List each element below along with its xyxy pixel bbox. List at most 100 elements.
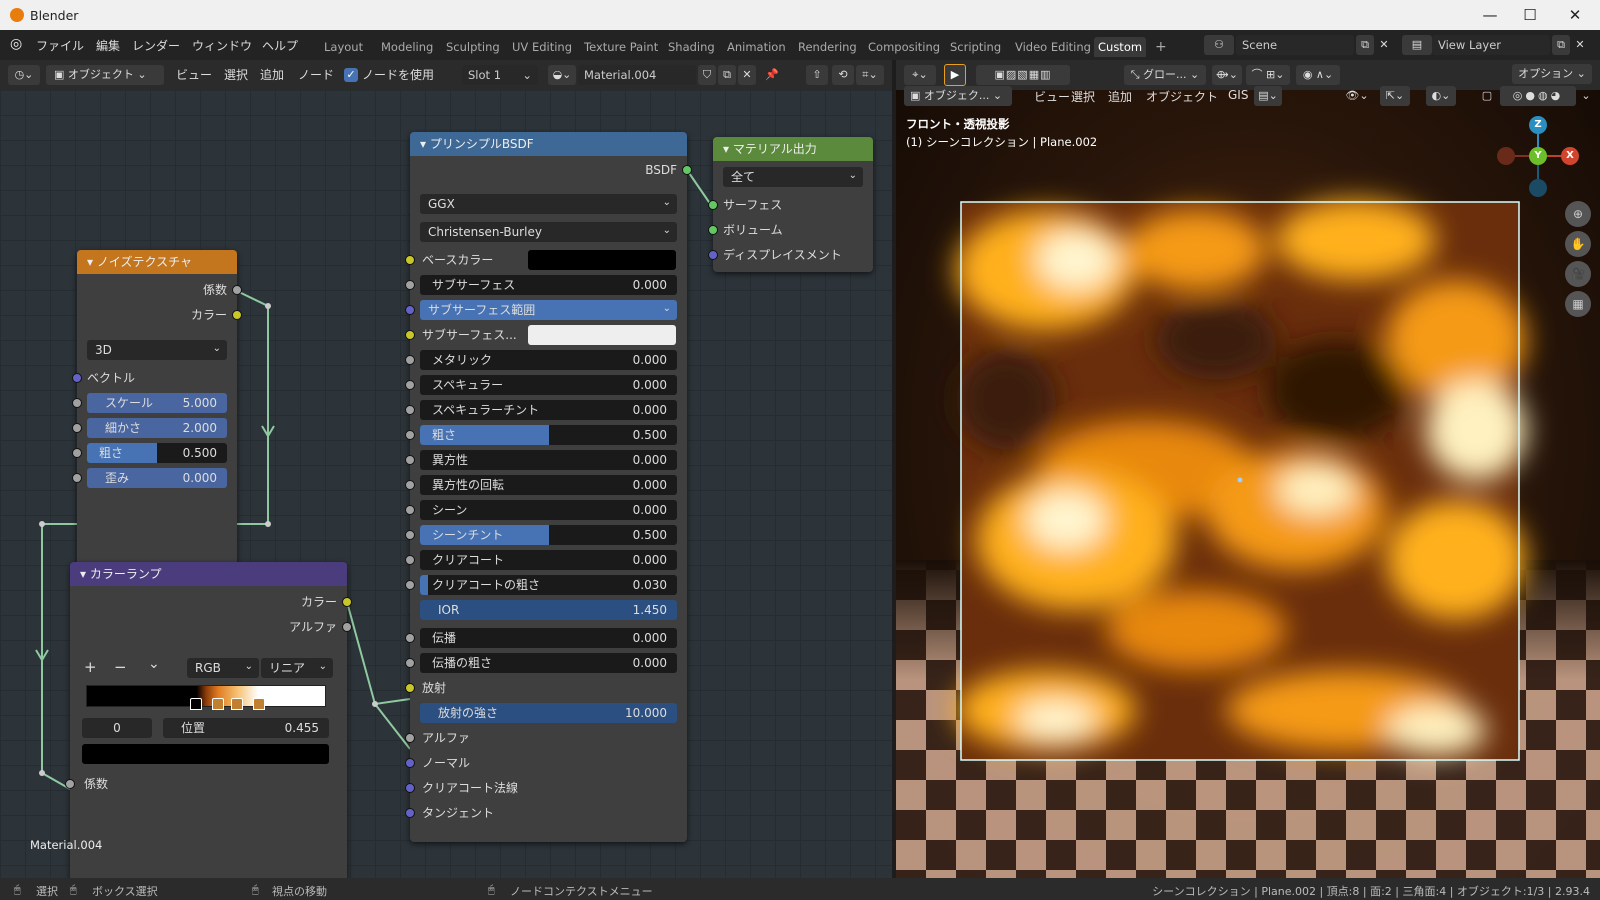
ramp-stop-handle[interactable] <box>252 698 265 710</box>
bsdf-slider[interactable]: 伝播 0.000 <box>420 628 677 648</box>
slot-selector[interactable]: Slot 1 ⌄ <box>462 65 538 85</box>
noise-out-fac-socket[interactable] <box>232 285 242 295</box>
viewport-editor-type-icon[interactable]: ⌖⌄ <box>904 65 936 85</box>
proportional-edit-icon[interactable]: ◉ ∧⌄ <box>1296 65 1340 85</box>
ramp-out-color-socket[interactable] <box>342 597 352 607</box>
tab-modeling[interactable]: Modeling <box>377 37 437 57</box>
perspective-toggle-grid-icon[interactable]: ▦ <box>1565 291 1591 317</box>
viewport-menu-object[interactable]: オブジェクト <box>1146 88 1218 105</box>
noise-dimension-dropdown[interactable]: 3D ⌄ <box>87 340 227 360</box>
pin-icon[interactable]: 📌 <box>762 65 782 85</box>
3d-viewport[interactable]: フロント・透視投影 (1) シーンコレクション | Plane.002 Z Y … <box>896 90 1600 878</box>
selection-mode-icons[interactable]: ▣▨▧▦▥ <box>976 65 1070 85</box>
bsdf-slider[interactable]: シーン 0.000 <box>420 500 677 520</box>
duplicate-material-icon[interactable]: ⧉ <box>718 65 736 85</box>
output-target-dropdown[interactable]: 全て ⌄ <box>723 167 863 187</box>
menu-view[interactable]: ビュー <box>176 66 212 83</box>
ramp-stop-handle[interactable] <box>231 698 244 710</box>
bsdf-slider[interactable]: クリアコートの粗さ 0.030 <box>420 575 677 595</box>
noise-detail-socket[interactable] <box>72 423 82 433</box>
gizmo-toggle-icon[interactable]: ⇱⌄ <box>1380 86 1410 106</box>
transform-orientation-selector[interactable]: ⤡ グロー... ⌄ <box>1124 65 1206 85</box>
zoom-view-icon[interactable]: ⊕ <box>1565 201 1591 227</box>
bsdf-slider-socket[interactable] <box>405 505 415 515</box>
gizmo-y-axis[interactable]: Y <box>1529 147 1547 165</box>
bsdf-subsurface-radius-socket[interactable] <box>405 305 415 315</box>
bsdf-slider[interactable]: 異方性 0.000 <box>420 450 677 470</box>
output-volume-socket[interactable] <box>708 225 718 235</box>
bsdf-slider-socket[interactable] <box>405 280 415 290</box>
viewport-menu-view[interactable]: ビュー <box>1034 88 1070 105</box>
snap-mode-icon[interactable]: ⌗⌄ <box>856 65 884 85</box>
viewport-options-button[interactable]: オプション ⌄ <box>1512 64 1592 84</box>
bsdf-slider[interactable]: サブサーフェス 0.000 <box>420 275 677 295</box>
ramp-out-alpha-socket[interactable] <box>342 622 352 632</box>
bsdf-slider[interactable]: スペキュラー 0.000 <box>420 375 677 395</box>
gizmo-z-axis[interactable]: Z <box>1529 116 1547 134</box>
bsdf-slider[interactable]: メタリック 0.000 <box>420 350 677 370</box>
bsdf-slider-socket[interactable] <box>405 355 415 365</box>
scene-selector-icon[interactable]: ⚇ <box>1204 35 1234 55</box>
tab-texture-paint[interactable]: Texture Paint <box>580 37 662 57</box>
noise-distortion-socket[interactable] <box>72 473 82 483</box>
material-browse-icon[interactable]: ◒⌄ <box>548 65 576 85</box>
bsdf-slider[interactable]: シーンチント 0.500 <box>420 525 677 545</box>
delete-view-layer-icon[interactable]: ✕ <box>1572 35 1588 55</box>
ramp-color-mode-dropdown[interactable]: RGB ⌄ <box>187 658 259 678</box>
ramp-stop-index-field[interactable]: 0 <box>82 718 152 738</box>
noise-distortion-field[interactable]: 歪み 0.000 <box>87 468 227 488</box>
ramp-interpolation-dropdown[interactable]: リニア ⌄ <box>261 658 333 678</box>
menu-edit[interactable]: 編集 <box>96 37 120 54</box>
viewport-menu-add[interactable]: 追加 <box>1108 88 1132 105</box>
ramp-stop-color-swatch[interactable] <box>82 744 329 764</box>
new-scene-icon[interactable]: ⧉ <box>1356 35 1374 55</box>
principled-bsdf-node[interactable]: ▾ プリンシプルBSDF BSDF GGX ⌄ Christensen-Burle… <box>405 132 692 842</box>
menu-select[interactable]: 選択 <box>224 66 248 83</box>
tab-shading[interactable]: Shading <box>664 37 719 57</box>
bsdf-tangent-socket[interactable] <box>405 808 415 818</box>
snap-toggle-icon[interactable]: ⌒ ⊞⌄ <box>1246 65 1290 85</box>
reroute-dot[interactable] <box>265 521 271 527</box>
shading-options-chevron-icon[interactable]: ⌄ <box>1578 86 1594 106</box>
noise-detail-field[interactable]: 細かさ 2.000 <box>87 418 227 438</box>
bsdf-slider-socket[interactable] <box>405 658 415 668</box>
bsdf-distribution-dropdown[interactable]: GGX ⌄ <box>420 194 677 214</box>
material-output-node[interactable]: ▾ マテリアル出力 全て ⌄ サーフェス ボリューム ディスプレイスメント <box>708 137 873 272</box>
fake-user-shield-icon[interactable]: ⛉ <box>698 65 716 85</box>
bsdf-slider[interactable]: IOR 1.450 <box>420 600 677 620</box>
ramp-in-fac-socket[interactable] <box>65 779 75 789</box>
bsdf-slider[interactable]: 伝播の粗さ 0.000 <box>420 653 677 673</box>
color-ramp-node[interactable]: ▾ カラーランプ カラー アルファ + − ⌄ RGB ⌄ リニア ⌄ 0 位置 0.… <box>65 562 352 878</box>
scene-name-field[interactable]: Scene <box>1236 35 1354 55</box>
select-tool-icon[interactable]: ▶ <box>944 64 966 86</box>
xray-icon[interactable]: ▢ <box>1478 86 1496 106</box>
bsdf-slider-socket[interactable] <box>405 455 415 465</box>
bsdf-clearcoat-normal-socket[interactable] <box>405 783 415 793</box>
tab-rendering[interactable]: Rendering <box>794 37 861 57</box>
ramp-position-field[interactable]: 位置 0.455 <box>163 718 329 738</box>
viewport-menu-gis[interactable]: GIS <box>1228 88 1248 102</box>
noise-node-header[interactable]: ▾ ノイズテクスチャ <box>77 250 237 274</box>
bsdf-slider-socket[interactable] <box>405 480 415 490</box>
tab-compositing[interactable]: Compositing <box>864 37 944 57</box>
ramp-stop-handle[interactable] <box>212 698 224 710</box>
tab-animation[interactable]: Animation <box>723 37 790 57</box>
ramp-node-header[interactable]: ▾ カラーランプ <box>70 562 347 586</box>
bsdf-subsurface-radius-dropdown[interactable]: サブサーフェス範囲 ⌄ <box>420 300 677 320</box>
bsdf-emission-strength-field[interactable]: 放射の強さ 10.000 <box>420 703 677 723</box>
bsdf-slider-socket[interactable] <box>405 380 415 390</box>
camera-view-icon[interactable]: 🎥 <box>1565 261 1591 287</box>
viewport-mode-selector[interactable]: ▣ オブジェク... ⌄ <box>904 86 1012 106</box>
bsdf-emission-socket[interactable] <box>405 683 415 693</box>
use-nodes-checkbox[interactable]: ✓ <box>344 68 358 82</box>
material-name-field[interactable]: Material.004 <box>578 65 696 85</box>
menu-help[interactable]: ヘルプ <box>262 37 298 54</box>
gizmo-x-axis[interactable]: X <box>1561 147 1579 165</box>
menu-window[interactable]: ウィンドウ <box>192 37 252 54</box>
bsdf-slider-socket[interactable] <box>405 430 415 440</box>
view-layer-icon[interactable]: ▤ <box>1402 35 1432 55</box>
bsdf-alpha-socket[interactable] <box>405 733 415 743</box>
bsdf-node-header[interactable]: ▾ プリンシプルBSDF <box>410 132 687 156</box>
reroute-dot[interactable] <box>39 770 45 776</box>
bsdf-slider-socket[interactable] <box>405 580 415 590</box>
